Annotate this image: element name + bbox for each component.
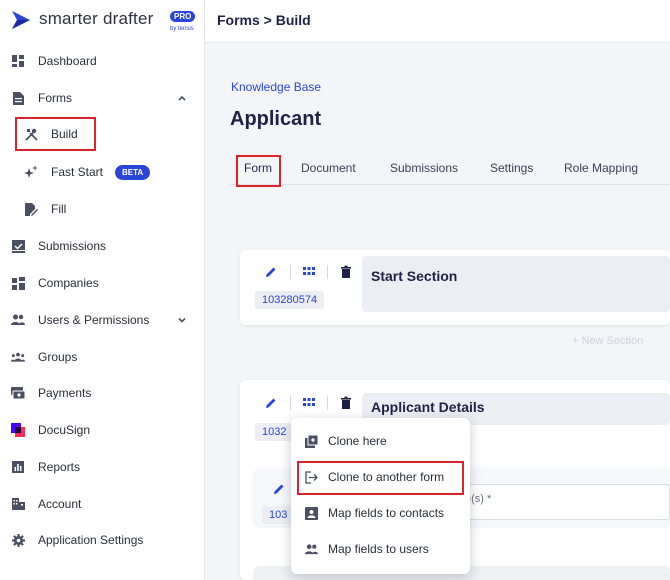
gear-icon (11, 533, 25, 547)
pencil-icon[interactable] (264, 265, 278, 279)
payments-icon (11, 386, 25, 400)
sidebar-item-submissions[interactable]: Submissions (0, 231, 204, 261)
menu-item-clone-here[interactable]: Clone here (291, 426, 470, 456)
sidebar-item-label: Payments (38, 386, 92, 400)
chevron-down-icon[interactable] (176, 314, 188, 326)
knowledge-base-link[interactable]: Knowledge Base (231, 80, 321, 94)
context-menu: Clone here Clone to another form Map fie… (291, 418, 470, 574)
form-tab-highlight-box (236, 155, 281, 187)
sidebar-item-payments[interactable]: Payments (0, 378, 204, 408)
sidebar-item-reports[interactable]: Reports (0, 452, 204, 482)
clone-icon (305, 434, 318, 448)
reports-icon (11, 460, 25, 474)
brand-name: smarter drafter (39, 9, 154, 28)
section-id: 1032 (255, 423, 294, 441)
top-bar: Forms > Build (205, 0, 670, 43)
sidebar-item-label: Companies (38, 276, 99, 290)
toolbar-divider (327, 396, 328, 410)
sidebar-item-dashboard[interactable]: Dashboard (0, 46, 204, 76)
sidebar-item-label: Forms (38, 91, 72, 105)
dashboard-icon (11, 54, 25, 68)
beta-badge: BETA (115, 164, 151, 180)
sidebar-item-label: Submissions (38, 239, 107, 253)
new-section-button[interactable]: + New Section (572, 335, 643, 347)
inbox-check-icon (11, 239, 25, 253)
clone-to-another-form-highlight-box (297, 461, 464, 495)
sidebar-item-label: Groups (38, 350, 78, 364)
brand-logo[interactable]: smarter drafter PRO by tensis (10, 8, 196, 36)
drag-grid-icon[interactable] (302, 396, 316, 410)
field-id: 103 (262, 506, 295, 524)
section-title: Applicant Details (371, 399, 485, 415)
sidebar-item-groups[interactable]: Groups (0, 342, 204, 372)
toolbar-divider (327, 265, 328, 279)
pencil-icon[interactable] (264, 396, 278, 410)
fill-icon (24, 202, 38, 216)
section-title: Start Section (371, 268, 458, 284)
brand-pro-badge: PRO (170, 11, 196, 22)
section-id: 103280574 (255, 291, 325, 309)
contact-card-icon (305, 506, 318, 520)
brand-chevron-icon (12, 11, 30, 29)
sidebar-item-docusign[interactable]: DocuSign (0, 415, 204, 445)
sidebar-item-label: Dashboard (38, 54, 97, 68)
sidebar-item-label: Reports (38, 460, 81, 474)
menu-item-label: Map fields to users (328, 542, 429, 556)
sidebar-item-label: Fill (51, 202, 67, 216)
docusign-icon (11, 423, 25, 437)
menu-item-map-fields-to-users[interactable]: Map fields to users (291, 534, 470, 564)
sidebar-item-account[interactable]: Account (0, 489, 204, 519)
sidebar-item-label: Account (38, 497, 82, 511)
sidebar-item-label: Application Settings (38, 533, 144, 547)
sidebar-item-label: Fast Start (51, 165, 104, 179)
users-icon (305, 543, 318, 554)
sidebar-item-companies[interactable]: Companies (0, 268, 204, 298)
sidebar-item-fast-start[interactable]: Fast Start BETA (0, 157, 204, 187)
menu-item-label: Map fields to contacts (328, 506, 445, 520)
companies-icon (11, 276, 25, 290)
toolbar-divider (290, 265, 291, 279)
brand-byline: by tensis (170, 26, 194, 32)
document-icon (11, 91, 25, 105)
sidebar-item-label: Users & Permissions (38, 313, 150, 327)
sidebar: smarter drafter PRO by tensis Dashboard … (0, 0, 205, 580)
menu-item-label: Clone here (328, 434, 387, 448)
page-title: Applicant (230, 108, 322, 130)
account-icon (11, 497, 25, 511)
chevron-up-icon[interactable] (176, 92, 188, 104)
drag-grid-icon[interactable] (302, 265, 316, 279)
sparkle-icon (24, 165, 38, 179)
tab-role-mapping[interactable]: Role Mapping (564, 161, 638, 175)
sidebar-item-fill[interactable]: Fill (0, 194, 204, 224)
tab-settings[interactable]: Settings (490, 161, 533, 175)
trash-icon[interactable] (339, 396, 353, 410)
sidebar-item-label: DocuSign (38, 423, 91, 437)
groups-icon (11, 350, 25, 364)
breadcrumb: Forms > Build (217, 12, 311, 28)
tab-submissions[interactable]: Submissions (390, 161, 458, 175)
section-title-box[interactable] (362, 256, 670, 312)
tab-document[interactable]: Document (301, 161, 356, 175)
trash-icon[interactable] (339, 265, 353, 279)
menu-item-map-fields-to-contacts[interactable]: Map fields to contacts (291, 498, 470, 528)
toolbar-divider (290, 396, 291, 410)
pencil-icon[interactable] (272, 482, 286, 496)
sidebar-item-users-permissions[interactable]: Users & Permissions (0, 305, 204, 335)
sidebar-item-forms[interactable]: Forms (0, 83, 204, 113)
build-highlight-box (15, 117, 96, 151)
sidebar-item-application-settings[interactable]: Application Settings (0, 525, 204, 555)
users-icon (11, 313, 25, 327)
tab-bar: Form Document Submissions Settings Role … (230, 155, 670, 185)
